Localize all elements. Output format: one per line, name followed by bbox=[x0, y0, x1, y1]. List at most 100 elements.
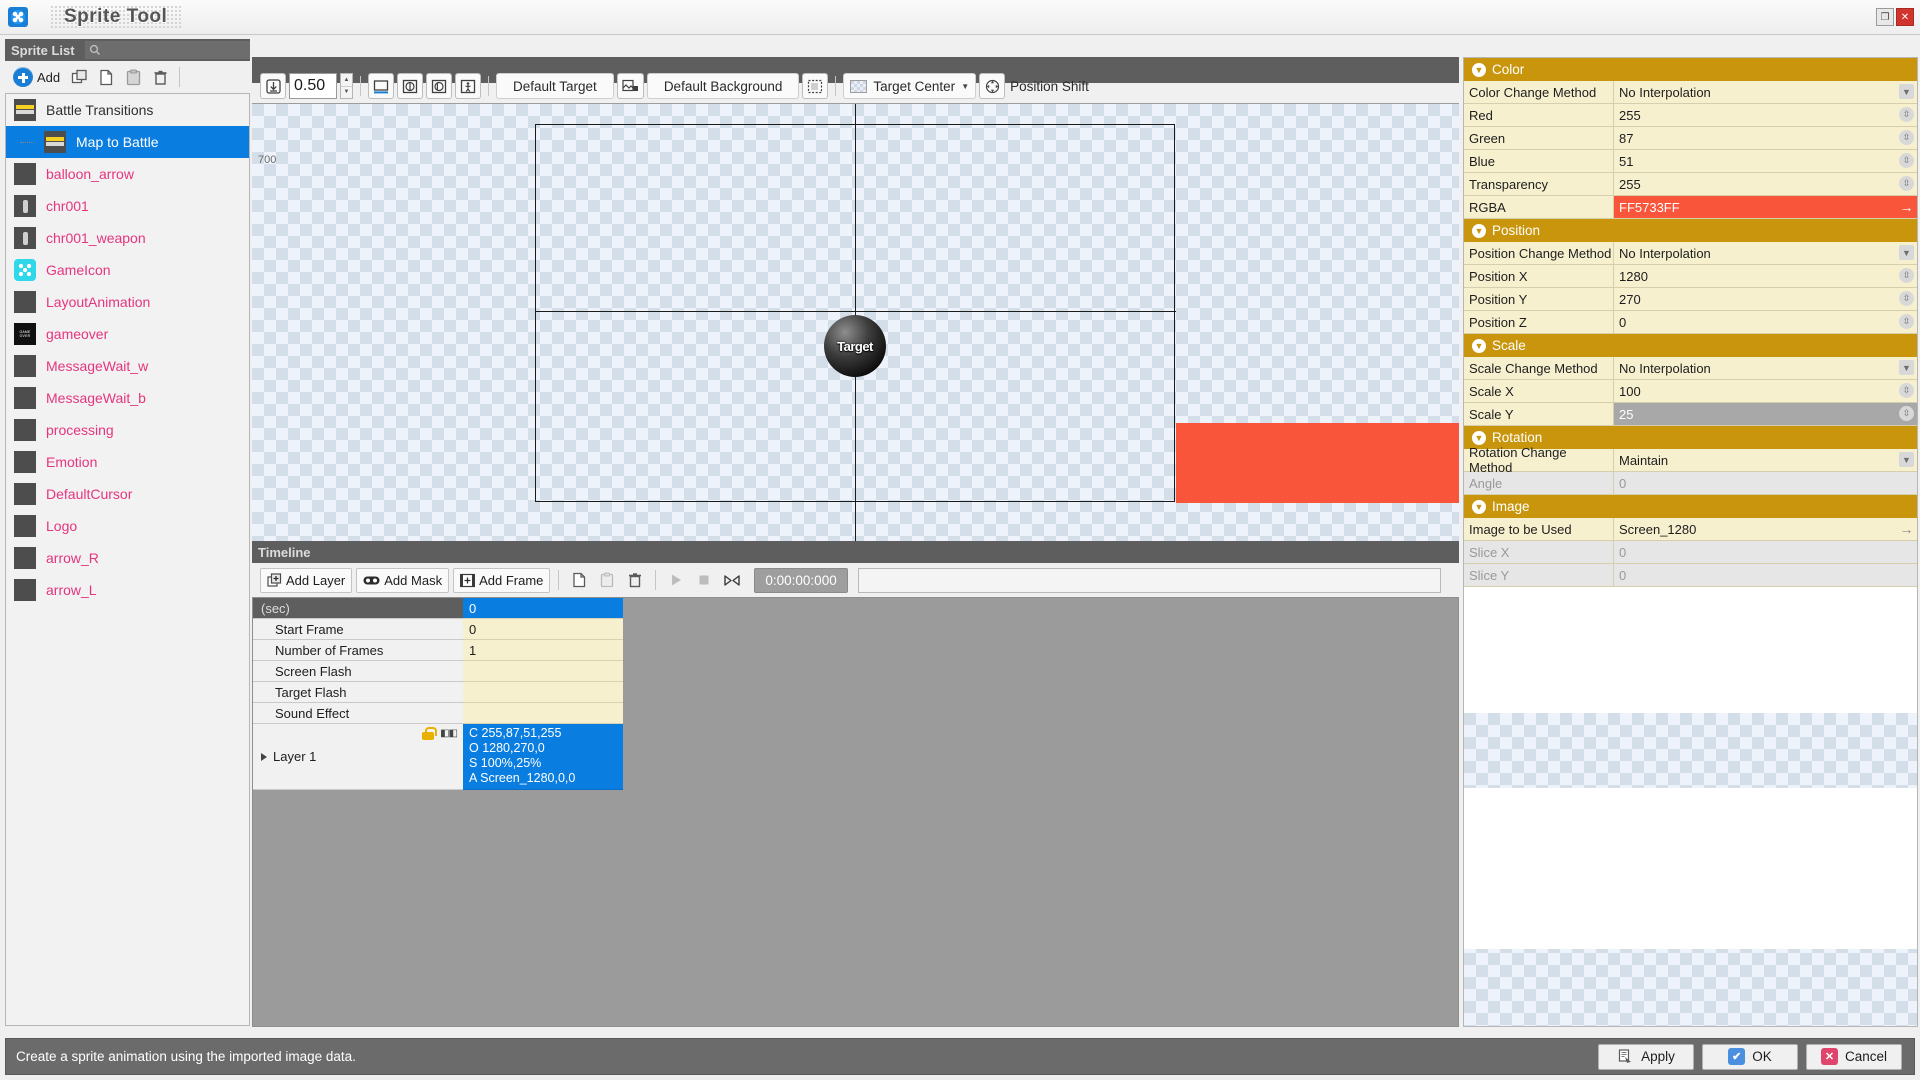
expand-triangle-icon[interactable] bbox=[261, 752, 267, 761]
play-icon[interactable] bbox=[664, 568, 688, 593]
sprite-list-item[interactable]: DefaultCursor bbox=[6, 478, 249, 510]
sprite-list-item[interactable]: MessageWait_b bbox=[6, 382, 249, 414]
property-value[interactable]: 270 ⇳ bbox=[1614, 288, 1917, 310]
default-background-button[interactable]: Default Background bbox=[646, 73, 800, 99]
position-shift-icon[interactable] bbox=[979, 73, 1006, 99]
timeline-layer-row[interactable]: Layer 1 ◧◧ C 255,87,51,255 O 1280,270,0 S … bbox=[253, 724, 1458, 790]
spinner-icon[interactable]: ⇳ bbox=[1899, 291, 1914, 306]
sprite-list-item[interactable]: chr001_weapon bbox=[6, 222, 249, 254]
add-layer-button[interactable]: Add Layer bbox=[260, 567, 353, 593]
add-sprite-button[interactable]: Add bbox=[9, 67, 64, 87]
stop-icon[interactable] bbox=[692, 568, 716, 593]
add-mask-button[interactable]: Add Mask bbox=[356, 567, 450, 593]
search-input[interactable] bbox=[84, 41, 250, 59]
property-value[interactable]: Screen_1280 → bbox=[1614, 518, 1917, 540]
ok-button[interactable]: ✔ OK bbox=[1702, 1043, 1798, 1070]
cancel-button[interactable]: ✕ Cancel bbox=[1806, 1043, 1902, 1070]
safe-area-a-icon[interactable] bbox=[397, 73, 423, 99]
sprite-list-item[interactable]: Battle Transitions bbox=[6, 94, 249, 126]
paste-frame-icon[interactable] bbox=[595, 568, 619, 593]
sprite-list-item[interactable]: LayoutAnimation bbox=[6, 286, 249, 318]
delete-frame-icon[interactable] bbox=[623, 568, 647, 593]
screen-frame-icon[interactable] bbox=[368, 73, 394, 99]
sprite-list-item[interactable]: arrow_R bbox=[6, 542, 249, 574]
property-value[interactable]: 255 ⇳ bbox=[1614, 104, 1917, 126]
safe-area-b-icon[interactable] bbox=[426, 73, 452, 99]
spinner-icon[interactable]: ⇳ bbox=[1899, 314, 1914, 329]
spinner-icon[interactable]: ⇳ bbox=[1899, 153, 1914, 168]
spinner-icon[interactable]: ⇳ bbox=[1899, 107, 1914, 122]
sprite-list[interactable]: Battle Transitions Map to Battle balloon_a… bbox=[5, 93, 250, 1026]
timeline-row-value[interactable] bbox=[463, 661, 623, 682]
property-value[interactable]: FF5733FF → bbox=[1614, 196, 1917, 218]
spinner-icon[interactable]: ⇳ bbox=[1899, 268, 1914, 283]
copy-frame-icon[interactable] bbox=[567, 568, 591, 593]
default-target-button[interactable]: Default Target bbox=[496, 73, 614, 99]
sprite-list-item[interactable]: processing bbox=[6, 414, 249, 446]
target-marker[interactable]: Target bbox=[824, 315, 886, 377]
sprite-list-item[interactable]: GameIcon bbox=[6, 254, 249, 286]
spinner-icon[interactable]: ⇳ bbox=[1899, 176, 1914, 191]
property-value[interactable]: No Interpolation ▼ bbox=[1614, 357, 1917, 379]
timeline-column-0[interactable]: 0 bbox=[463, 598, 623, 619]
timeline-row-value[interactable] bbox=[463, 682, 623, 703]
sprite-list-item[interactable]: chr001 bbox=[6, 190, 249, 222]
property-value[interactable]: 255 ⇳ bbox=[1614, 173, 1917, 195]
spinner-icon[interactable]: ⇳ bbox=[1899, 130, 1914, 145]
duplicate-icon[interactable] bbox=[67, 65, 91, 89]
restore-button[interactable]: ❐ bbox=[1876, 8, 1894, 26]
sprite-list-item[interactable]: Logo bbox=[6, 510, 249, 542]
spinner-icon[interactable]: ⇳ bbox=[1899, 406, 1914, 421]
paste-icon[interactable] bbox=[121, 65, 145, 89]
fit-to-screen-icon[interactable] bbox=[260, 73, 286, 99]
loop-icon[interactable] bbox=[720, 568, 744, 593]
timeline-scrollbar[interactable] bbox=[857, 567, 1441, 593]
open-dialog-arrow-icon[interactable]: → bbox=[1899, 199, 1914, 215]
eye-icon[interactable]: ◧◧ bbox=[440, 728, 458, 739]
close-button[interactable]: ✕ bbox=[1896, 8, 1914, 26]
dropdown-arrow-icon[interactable]: ▼ bbox=[1899, 84, 1914, 99]
timeline-row-value[interactable]: 1 bbox=[463, 640, 623, 661]
property-group-header[interactable]: ▼ Image bbox=[1464, 495, 1917, 518]
property-value[interactable]: 87 ⇳ bbox=[1614, 127, 1917, 149]
property-group-header[interactable]: ▼ Scale bbox=[1464, 334, 1917, 357]
delete-icon[interactable] bbox=[148, 65, 172, 89]
property-group-header[interactable]: ▼ Position bbox=[1464, 219, 1917, 242]
property-value[interactable]: 1280 ⇳ bbox=[1614, 265, 1917, 287]
dropdown-arrow-icon[interactable]: ▼ bbox=[1899, 452, 1914, 467]
property-value[interactable]: No Interpolation ▼ bbox=[1614, 242, 1917, 264]
zoom-input[interactable]: 0.50 bbox=[289, 73, 337, 99]
layer-label-cell[interactable]: Layer 1 ◧◧ bbox=[253, 724, 463, 790]
copy-icon[interactable] bbox=[94, 65, 118, 89]
timeline-row-value[interactable] bbox=[463, 703, 623, 724]
dropdown-arrow-icon[interactable]: ▼ bbox=[1899, 360, 1914, 375]
property-value[interactable]: 100 ⇳ bbox=[1614, 380, 1917, 402]
background-select-icon[interactable] bbox=[802, 73, 829, 99]
property-value[interactable]: No Interpolation ▼ bbox=[1614, 81, 1917, 103]
character-scale-icon[interactable] bbox=[455, 73, 481, 99]
open-dialog-arrow-icon[interactable]: → bbox=[1899, 521, 1914, 537]
target-image-icon[interactable] bbox=[616, 73, 644, 99]
property-value[interactable]: Maintain ▼ bbox=[1614, 449, 1917, 471]
dropdown-arrow-icon[interactable]: ▼ bbox=[1899, 245, 1914, 260]
sprite-list-item[interactable]: MessageWait_w bbox=[6, 350, 249, 382]
unlock-icon[interactable] bbox=[422, 727, 438, 740]
zoom-stepper[interactable]: ▲ ▼ bbox=[340, 73, 353, 99]
property-group-header[interactable]: ▼ Color bbox=[1464, 58, 1917, 81]
sprite-list-item[interactable]: arrow_L bbox=[6, 574, 249, 606]
sprite-list-item[interactable]: game over bbox=[6, 318, 249, 350]
sprite-list-item[interactable]: Map to Battle bbox=[6, 126, 249, 158]
sprite-list-item[interactable]: balloon_arrow bbox=[6, 158, 249, 190]
add-frame-button[interactable]: Add Frame bbox=[453, 567, 551, 593]
property-value[interactable]: 0 ⇳ bbox=[1614, 311, 1917, 333]
sprite-list-item[interactable]: Emotion bbox=[6, 446, 249, 478]
property-value[interactable]: 25 ⇳ bbox=[1614, 403, 1917, 425]
preview-canvas[interactable]: 700 Target bbox=[252, 103, 1459, 541]
spinner-icon[interactable]: ⇳ bbox=[1899, 383, 1914, 398]
apply-button[interactable]: Apply bbox=[1598, 1043, 1694, 1070]
anchor-combo[interactable]: Target Center ▼ bbox=[843, 73, 977, 99]
timeline-row-value[interactable]: 0 bbox=[463, 619, 623, 640]
sprite-red-rectangle[interactable] bbox=[1176, 423, 1459, 503]
layer-keyframe-cell[interactable]: C 255,87,51,255 O 1280,270,0 S 100%,25% A S… bbox=[463, 724, 623, 790]
property-value[interactable]: 51 ⇳ bbox=[1614, 150, 1917, 172]
